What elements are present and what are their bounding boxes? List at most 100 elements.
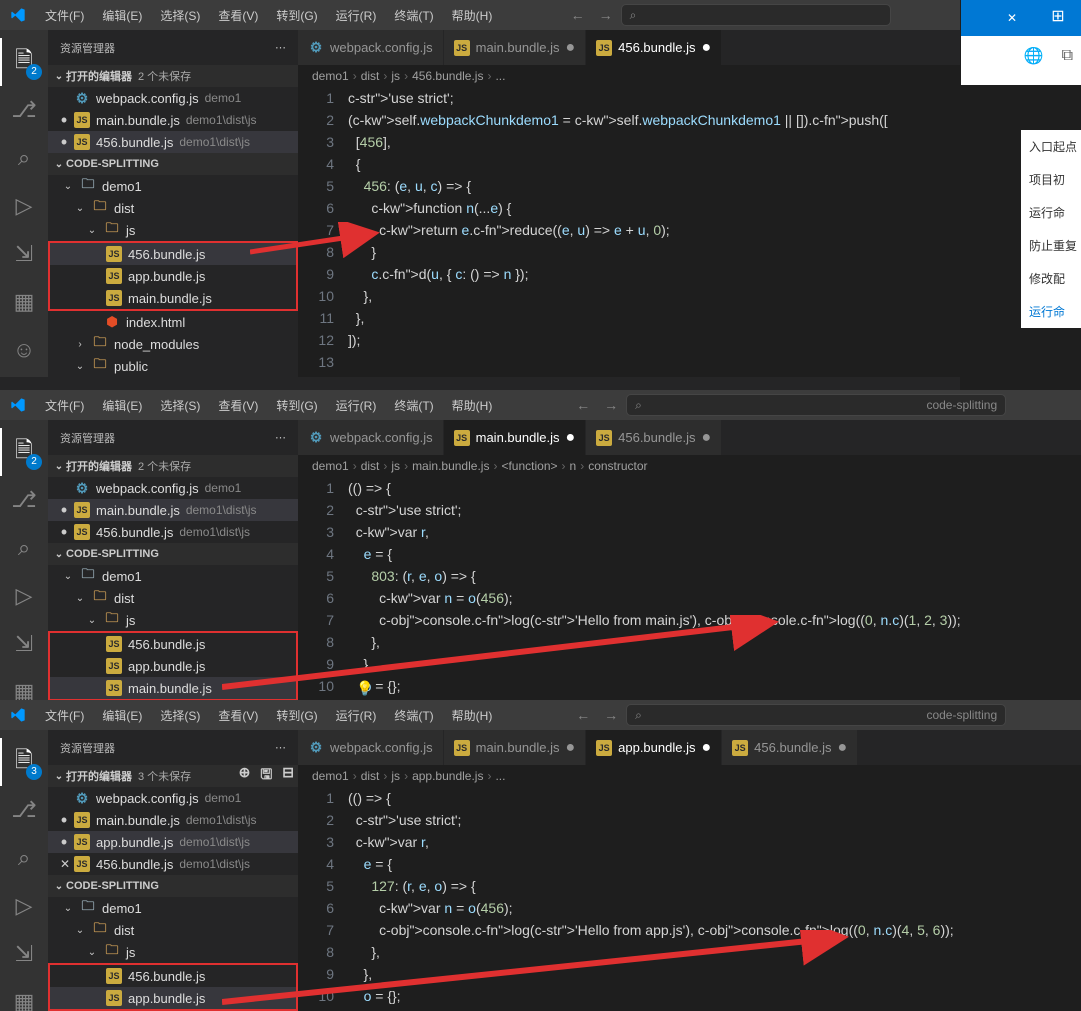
toc-item[interactable]: 项目初: [1021, 163, 1081, 196]
menu-file[interactable]: 文件(F): [36, 707, 93, 724]
explorer-tab-icon[interactable]: 🗎2: [0, 428, 48, 476]
extensions-tab-icon[interactable]: ▦: [0, 978, 48, 1011]
file-row[interactable]: JS456.bundle.js: [50, 633, 296, 655]
folder-row[interactable]: ›🗀node_modules: [48, 333, 298, 355]
title-search[interactable]: ⌕code-splitting: [626, 394, 1006, 416]
editor-tab[interactable]: JS456.bundle.js●: [722, 730, 858, 765]
file-row[interactable]: JSapp.bundle.js: [50, 265, 296, 287]
file-row[interactable]: JS456.bundle.js: [50, 243, 296, 265]
editor-tab[interactable]: JS456.bundle.js●: [586, 420, 722, 455]
menu-view[interactable]: 查看(V): [209, 397, 267, 414]
lightbulb-icon[interactable]: 💡: [356, 677, 373, 699]
file-row[interactable]: JSapp.bundle.js: [50, 655, 296, 677]
folder-row[interactable]: ⌄🗀js: [48, 609, 298, 631]
title-search[interactable]: ⌕code-splitting: [626, 704, 1006, 726]
more-icon[interactable]: ⋯: [275, 41, 286, 54]
folder-row[interactable]: ⌄🗀js: [48, 219, 298, 241]
nav-back-icon[interactable]: ←: [576, 397, 590, 413]
toc-item[interactable]: 运行命: [1021, 196, 1081, 229]
breadcrumb[interactable]: demo1 › dist › js › main.bundle.js › <fu…: [298, 455, 1081, 477]
open-editor-item[interactable]: •JSmain.bundle.jsdemo1\dist\js: [48, 809, 298, 831]
menu-view[interactable]: 查看(V): [209, 7, 267, 24]
open-editor-item[interactable]: ⚙webpack.config.jsdemo1: [48, 787, 298, 809]
remote-tab-icon[interactable]: ⇲: [0, 230, 48, 278]
open-editors-header[interactable]: ⌄打开的编辑器2 个未保存: [48, 455, 298, 477]
nav-forward-icon[interactable]: →: [604, 397, 618, 413]
open-editor-item[interactable]: •JS456.bundle.jsdemo1\dist\js: [48, 521, 298, 543]
open-editor-item[interactable]: ✕JS456.bundle.jsdemo1\dist\js: [48, 853, 298, 875]
open-editor-item[interactable]: ⚙ webpack.config.js demo1: [48, 87, 298, 109]
file-row[interactable]: JSmain.bundle.js: [50, 287, 296, 309]
folder-row[interactable]: ⌄🗀demo1: [48, 565, 298, 587]
open-editor-item[interactable]: •JSmain.bundle.jsdemo1\dist\js: [48, 499, 298, 521]
scm-tab-icon[interactable]: ⎇: [0, 86, 48, 134]
menu-run[interactable]: 运行(R): [327, 707, 386, 724]
menu-terminal[interactable]: 终端(T): [385, 397, 442, 414]
menu-terminal[interactable]: 终端(T): [385, 7, 442, 24]
menu-terminal[interactable]: 终端(T): [385, 707, 442, 724]
folder-row[interactable]: ⌄🗀dist: [48, 587, 298, 609]
debug-tab-icon[interactable]: ▷: [0, 182, 48, 230]
debug-tab-icon[interactable]: ▷: [0, 572, 48, 620]
code-area[interactable]: 12345678910111213 c-str">'use strict';(c…: [298, 87, 960, 373]
robot-tab-icon[interactable]: ☺: [0, 326, 48, 374]
extensions-icon[interactable]: ⧉: [1062, 47, 1073, 65]
more-icon[interactable]: ⋯: [275, 431, 286, 444]
menu-help[interactable]: 帮助(H): [443, 707, 502, 724]
scm-tab-icon[interactable]: ⎇: [0, 476, 48, 524]
file-row[interactable]: JSapp.bundle.js: [50, 987, 296, 1009]
folder-row[interactable]: ⌄🗀dist: [48, 197, 298, 219]
menu-select[interactable]: 选择(S): [151, 707, 209, 724]
file-row[interactable]: ⬢index.html: [48, 311, 298, 333]
code-content[interactable]: c-str">'use strict';(c-kw">self.webpackC…: [348, 87, 960, 373]
scm-tab-icon[interactable]: ⎇: [0, 786, 48, 834]
nav-forward-icon[interactable]: →: [604, 707, 618, 723]
breadcrumb[interactable]: demo1 › dist › js › 456.bundle.js › ...: [298, 65, 960, 87]
menu-file[interactable]: 文件(F): [36, 7, 93, 24]
editor-tab[interactable]: ⚙webpack.config.js: [298, 420, 444, 455]
menu-edit[interactable]: 编辑(E): [93, 397, 151, 414]
translate-icon[interactable]: 🌐: [1024, 46, 1044, 66]
debug-tab-icon[interactable]: ▷: [0, 882, 48, 930]
extensions-tab-icon[interactable]: ▦: [0, 668, 48, 700]
folder-row[interactable]: ⌄🗀demo1: [48, 175, 298, 197]
toc-item[interactable]: 入口起点: [1021, 130, 1081, 163]
menu-select[interactable]: 选择(S): [151, 397, 209, 414]
code-area[interactable]: 💡 12345678910 (() => { c-str">'use stric…: [298, 477, 1081, 697]
main-menu[interactable]: 文件(F) 编辑(E) 选择(S) 查看(V) 转到(G) 运行(R) 终端(T…: [36, 7, 501, 24]
folder-row[interactable]: ⌄🗀dist: [48, 919, 298, 941]
more-icon[interactable]: ⋯: [275, 741, 286, 754]
editor-tab[interactable]: JSapp.bundle.js●: [586, 730, 722, 765]
menu-run[interactable]: 运行(R): [327, 397, 386, 414]
explorer-tab-icon[interactable]: 🗎2: [0, 38, 48, 86]
open-editors-header[interactable]: ⌄打开的编辑器3 个未保存 ⊕🖫⊟: [48, 765, 298, 787]
save-all-icon[interactable]: 🖫: [260, 764, 272, 788]
menu-view[interactable]: 查看(V): [209, 707, 267, 724]
open-editor-item[interactable]: ⚙webpack.config.jsdemo1: [48, 477, 298, 499]
search-tab-icon[interactable]: ⌕: [0, 834, 48, 882]
menu-help[interactable]: 帮助(H): [443, 7, 502, 24]
title-search[interactable]: ⌕: [621, 4, 891, 26]
close-icon[interactable]: ✕: [60, 857, 68, 871]
file-row[interactable]: JSmain.bundle.js: [50, 677, 296, 699]
editor-tab[interactable]: JS456.bundle.js●: [586, 30, 722, 65]
open-editor-item[interactable]: •JSapp.bundle.jsdemo1\dist\js: [48, 831, 298, 853]
editor-tab[interactable]: ⚙webpack.config.js: [298, 730, 444, 765]
close-all-icon[interactable]: ⊟: [282, 764, 294, 788]
remote-tab-icon[interactable]: ⇲: [0, 620, 48, 668]
new-file-icon[interactable]: ⊕: [239, 764, 251, 788]
code-content[interactable]: (() => { c-str">'use strict'; c-kw">var …: [348, 477, 1081, 697]
extensions-tab-icon[interactable]: ▦: [0, 278, 48, 326]
editor-tab[interactable]: ⚙webpack.config.js: [298, 30, 444, 65]
folder-row[interactable]: ⌄🗀js: [48, 941, 298, 963]
open-editors-header[interactable]: ⌄ 打开的编辑器 2 个未保存: [48, 65, 298, 87]
open-editor-item[interactable]: • JS main.bundle.js demo1\dist\js: [48, 109, 298, 131]
code-area[interactable]: 12345678910 (() => { c-str">'use strict'…: [298, 787, 1081, 1007]
menu-run[interactable]: 运行(R): [327, 7, 386, 24]
menu-file[interactable]: 文件(F): [36, 397, 93, 414]
file-row[interactable]: JS456.bundle.js: [50, 965, 296, 987]
open-editor-item[interactable]: • JS 456.bundle.js demo1\dist\js: [48, 131, 298, 153]
remote-tab-icon[interactable]: ⇲: [0, 930, 48, 978]
browser-close-button[interactable]: ✕: [989, 0, 1035, 36]
menu-help[interactable]: 帮助(H): [443, 397, 502, 414]
